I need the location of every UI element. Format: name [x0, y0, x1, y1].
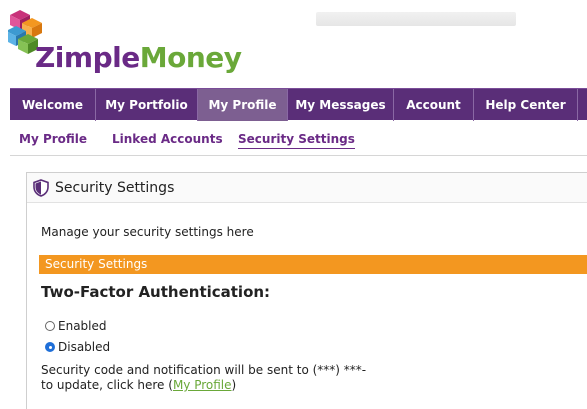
option-disabled-label: Disabled [58, 340, 111, 354]
two-factor-title: Two-Factor Authentication: [41, 283, 271, 301]
nav-item-welcome[interactable]: Welcome [10, 89, 96, 121]
logo-money: Money [139, 41, 242, 74]
subnav-item-security-settings[interactable]: Security Settings [238, 132, 355, 149]
option-enabled-label: Enabled [58, 319, 107, 333]
logo-zimple: Zimple [35, 41, 140, 74]
nav-item-my-portfolio[interactable]: My Portfolio [96, 89, 198, 121]
panel-title: Security Settings [55, 179, 175, 196]
subnav-item-linked-accounts[interactable]: Linked Accounts [112, 132, 223, 146]
note-line-2: to update, click here (My Profile) [41, 378, 561, 393]
main-nav: Welcome My Portfolio My Profile My Messa… [10, 88, 587, 121]
nav-item-account[interactable]: Account [394, 89, 474, 121]
radio-enabled[interactable] [45, 321, 55, 331]
header: ZimpleMoney [0, 0, 587, 86]
section-header-bar: Security Settings [39, 255, 587, 274]
shield-icon [33, 178, 49, 197]
option-disabled[interactable]: Disabled [45, 340, 110, 354]
subnav-item-my-profile[interactable]: My Profile [19, 132, 87, 146]
logo-wordmark[interactable]: ZimpleMoney [35, 44, 242, 72]
note-line-2-suffix: ) [231, 378, 237, 392]
option-enabled[interactable]: Enabled [45, 319, 107, 333]
note-line-2-prefix: to update, click here ( [41, 378, 173, 392]
manage-text: Manage your security settings here [41, 225, 254, 239]
radio-disabled[interactable] [45, 342, 55, 352]
my-profile-link[interactable]: My Profile [173, 378, 232, 392]
note-line-1: Security code and notification will be s… [41, 363, 367, 377]
notification-note: Security code and notification will be s… [41, 363, 561, 393]
nav-item-my-messages[interactable]: My Messages [288, 89, 394, 121]
sub-nav: My Profile Linked Accounts Security Sett… [10, 122, 587, 156]
panel-header: Security Settings [27, 173, 587, 203]
nav-item-help-center[interactable]: Help Center [474, 89, 578, 121]
nav-item-my-profile[interactable]: My Profile [198, 89, 288, 121]
top-utility-strip [316, 12, 516, 26]
security-settings-panel: Security Settings Manage your security s… [26, 172, 587, 409]
